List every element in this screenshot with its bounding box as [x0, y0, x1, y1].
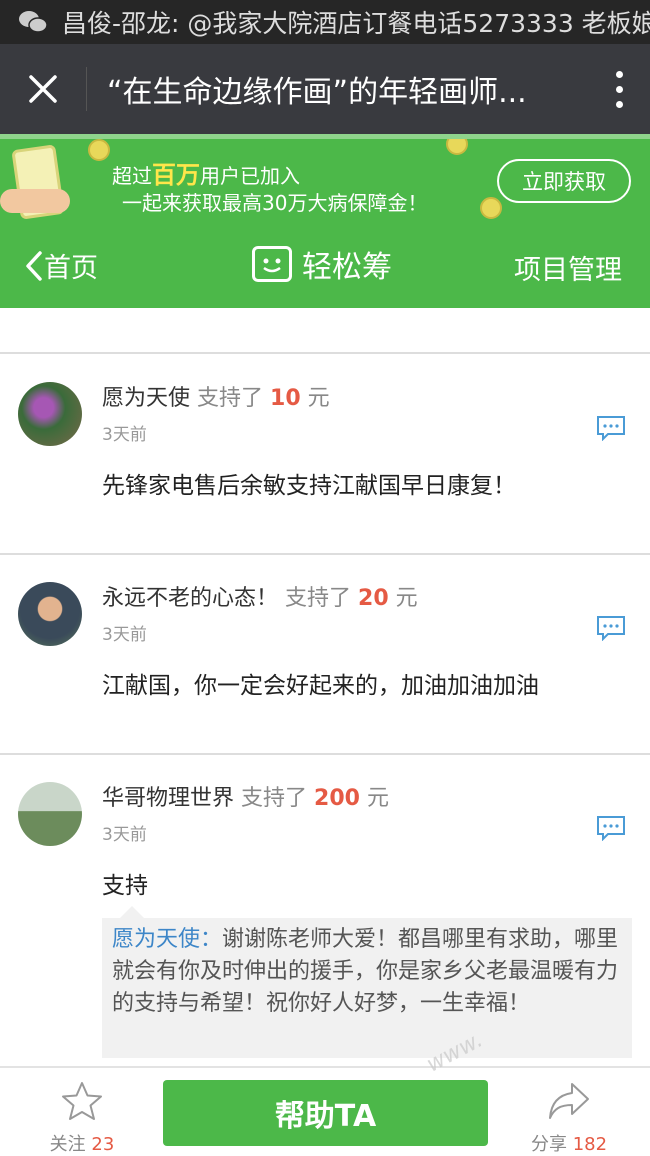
chevron-left-icon — [26, 250, 42, 281]
avatar[interactable] — [18, 782, 82, 846]
amount: 200 — [314, 786, 360, 811]
brand-logo: 轻松筹 — [252, 242, 392, 286]
support-message: 先锋家电售后余敏支持江献国早日康复！ — [102, 473, 516, 499]
comment-icon[interactable] — [596, 615, 626, 642]
supported-label: 支持了 — [197, 386, 264, 411]
smile-logo-icon — [252, 246, 292, 282]
get-now-button[interactable]: 立即获取 — [497, 159, 631, 203]
home-back-button[interactable]: 首页 — [24, 246, 98, 285]
reply-author[interactable]: 愿为天使： — [112, 927, 222, 952]
follow-count: 23 — [91, 1134, 115, 1155]
bottom-action-bar: 关注 23 帮助TA 分享 182 — [0, 1066, 650, 1156]
coin-icon — [480, 197, 502, 219]
support-message: 江献国，你一定会好起来的，加油加油加油 — [102, 673, 539, 699]
timestamp: 3天前 — [102, 425, 147, 445]
avatar[interactable] — [18, 582, 82, 646]
reply-box: 愿为天使：谢谢陈老师大爱！都昌哪里有求助，哪里就会有你及时伸出的援手，你是家乡父… — [102, 906, 632, 1058]
support-message: 支持 — [102, 873, 148, 899]
follow-label: 关注 — [49, 1134, 86, 1155]
timestamp: 3天前 — [102, 625, 147, 645]
timestamp: 3天前 — [102, 825, 147, 845]
status-bar: 昌俊-邵龙: @我家大院酒店订餐电话5273333 老板娘 — [0, 0, 650, 44]
supported-label: 支持了 — [285, 586, 352, 611]
share-button[interactable]: 分享 182 — [528, 1080, 610, 1156]
spacer — [0, 308, 650, 354]
help-button[interactable]: 帮助TA — [163, 1080, 488, 1146]
coin-icon — [446, 139, 468, 155]
close-icon[interactable] — [0, 44, 86, 134]
unit: 元 — [307, 386, 330, 411]
more-icon[interactable] — [588, 70, 650, 108]
brand-name: 轻松筹 — [302, 250, 392, 285]
hand-illustration — [0, 189, 70, 213]
comment-icon[interactable] — [596, 815, 626, 842]
banner-line2: 一起来获取最高30万大病保障金！ — [122, 191, 428, 215]
supported-label: 支持了 — [241, 786, 308, 811]
page-title: “在生命边缘作画”的年轻画师... — [107, 75, 527, 110]
divider — [0, 753, 650, 755]
supporter-name[interactable]: 华哥物理世界 — [102, 786, 234, 811]
star-icon — [62, 1082, 102, 1120]
share-label: 分享 — [530, 1134, 567, 1155]
supporter-name[interactable]: 永远不老的心态！ — [102, 586, 278, 611]
follow-button[interactable]: 关注 23 — [44, 1080, 120, 1156]
coin-icon — [88, 139, 110, 161]
amount: 20 — [358, 586, 389, 611]
unit: 元 — [366, 786, 389, 811]
amount: 10 — [270, 386, 301, 411]
supporter-line: 华哥物理世界 支持了 200 元 — [102, 780, 389, 812]
notification-text[interactable]: 昌俊-邵龙: @我家大院酒店订餐电话5273333 老板娘 — [62, 4, 650, 40]
divider — [0, 553, 650, 555]
title-separator — [86, 67, 87, 111]
banner-line1: 超过百万用户已加入 — [112, 161, 300, 189]
project-manage-link[interactable]: 项目管理 — [514, 248, 622, 287]
supporter-line: 愿为天使 支持了 10 元 — [102, 380, 330, 412]
share-count: 182 — [572, 1134, 608, 1155]
avatar[interactable] — [18, 382, 82, 446]
promo-banner[interactable]: 超过百万用户已加入 一起来获取最高30万大病保障金！ 立即获取 — [0, 134, 650, 226]
wechat-icon — [18, 9, 48, 35]
share-icon — [549, 1083, 589, 1119]
home-label: 首页 — [44, 253, 98, 284]
supporter-line: 永远不老的心态！ 支持了 20 元 — [102, 580, 418, 612]
app-nav-bar: 首页 轻松筹 项目管理 — [0, 226, 650, 308]
comment-icon[interactable] — [596, 415, 626, 442]
unit: 元 — [395, 586, 418, 611]
title-bar: “在生命边缘作画”的年轻画师... — [0, 44, 650, 134]
supporter-name[interactable]: 愿为天使 — [102, 386, 190, 411]
